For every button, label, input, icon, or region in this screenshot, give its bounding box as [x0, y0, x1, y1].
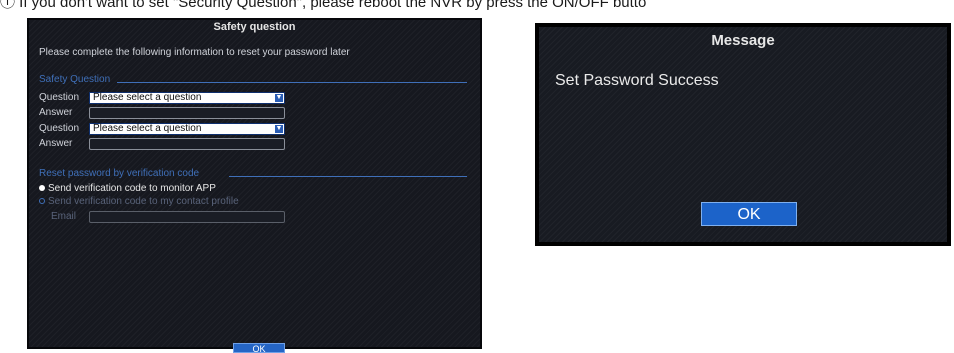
- message-dialog-body: Message Set Password Success OK: [539, 27, 947, 242]
- question1-label: Question: [39, 92, 80, 103]
- dialog-title: Safety question: [213, 21, 296, 33]
- question1-select[interactable]: Please select a question ▼: [89, 92, 285, 104]
- radio-selected-icon[interactable]: [39, 185, 45, 192]
- answer1-label: Answer: [39, 107, 73, 118]
- radio-unselected-icon[interactable]: [39, 198, 45, 205]
- question2-value: Please select a question: [93, 123, 202, 134]
- section-divider: [229, 176, 467, 177]
- safety-question-dialog: Safety question Please complete the foll…: [27, 18, 482, 353]
- section-divider: [117, 82, 467, 83]
- radio-contact-profile[interactable]: Send verification code to my contact pro…: [39, 196, 239, 207]
- reset-section-label: Reset password by verification code: [39, 168, 200, 179]
- safety-question-section-label: Safety Question: [39, 74, 111, 85]
- answer2-input[interactable]: [89, 138, 285, 150]
- radio-monitor-app[interactable]: Send verification code to monitor APP: [39, 183, 216, 194]
- message-text: Set Password Success: [555, 72, 719, 89]
- email-label: Email: [51, 211, 77, 222]
- question1-value: Please select a question: [93, 92, 202, 103]
- question2-label: Question: [39, 123, 80, 134]
- ok-button[interactable]: OK: [701, 202, 797, 226]
- message-dialog: Message Set Password Success OK: [535, 23, 951, 246]
- intro-text: Please complete the following informatio…: [39, 47, 350, 58]
- chevron-down-icon[interactable]: ▼: [275, 94, 283, 102]
- chevron-down-icon[interactable]: ▼: [275, 125, 283, 133]
- answer2-label: Answer: [39, 138, 73, 149]
- question2-select[interactable]: Please select a question ▼: [89, 123, 285, 135]
- instruction-note: ⓘ If you don't want to set "Security Que…: [0, 0, 954, 18]
- ok-button[interactable]: OK: [233, 343, 285, 353]
- radio-contact-profile-label: Send verification code to my contact pro…: [48, 196, 239, 207]
- message-title: Message: [711, 32, 775, 49]
- instruction-text: ⓘ If you don't want to set "Security Que…: [0, 0, 647, 11]
- radio-monitor-app-label: Send verification code to monitor APP: [48, 183, 216, 194]
- answer1-input[interactable]: [89, 107, 285, 119]
- email-input[interactable]: [89, 211, 285, 223]
